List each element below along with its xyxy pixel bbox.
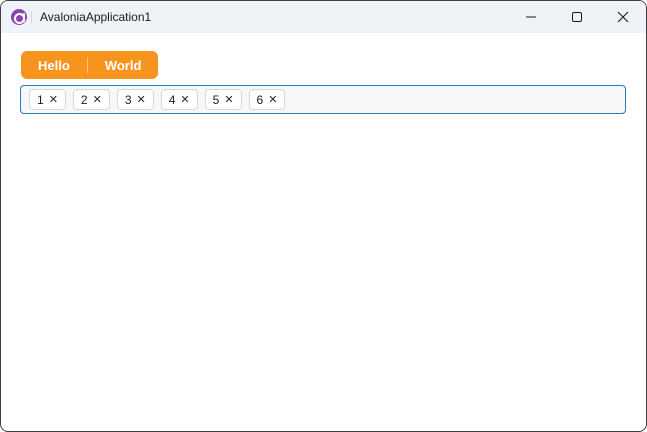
window-title: AvaloniaApplication1 — [40, 10, 152, 24]
world-button[interactable]: World — [88, 51, 159, 79]
hello-button[interactable]: Hello — [21, 51, 87, 79]
tag-chip-remove-icon[interactable]: ✕ — [49, 94, 58, 105]
tag-chip-label: 4 — [168, 92, 176, 107]
maximize-button[interactable] — [554, 1, 600, 33]
avalonia-logo-icon — [11, 9, 27, 25]
logo-stem-divider — [31, 11, 32, 23]
tags-field[interactable]: 1 ✕ 2 ✕ 3 ✕ 4 ✕ 5 ✕ 6 ✕ — [20, 85, 626, 114]
minimize-icon — [526, 16, 536, 18]
app-window: AvaloniaApplication1 Hello World 1 ✕ 2 ✕… — [0, 0, 647, 432]
titlebar[interactable]: AvaloniaApplication1 — [1, 1, 646, 33]
tag-chip-label: 6 — [256, 92, 264, 107]
tag-chip: 6 ✕ — [248, 89, 286, 110]
hello-world-split-button: Hello World — [21, 51, 159, 79]
tag-chip-remove-icon[interactable]: ✕ — [268, 94, 277, 105]
tag-chip-remove-icon[interactable]: ✕ — [224, 94, 233, 105]
tag-chip-label: 2 — [80, 92, 88, 107]
tag-chip: 5 ✕ — [204, 89, 242, 110]
tag-chip: 2 ✕ — [72, 89, 110, 110]
tag-chip: 3 ✕ — [116, 89, 154, 110]
tag-chip-label: 3 — [124, 92, 132, 107]
tag-chip: 4 ✕ — [160, 89, 198, 110]
caption-buttons — [508, 1, 646, 33]
window-content: Hello World 1 ✕ 2 ✕ 3 ✕ 4 ✕ 5 ✕ 6 ✕ — [1, 33, 646, 114]
minimize-button[interactable] — [508, 1, 554, 33]
tag-chip-remove-icon[interactable]: ✕ — [93, 94, 102, 105]
tag-chip-remove-icon[interactable]: ✕ — [137, 94, 146, 105]
tag-chip-label: 5 — [212, 92, 220, 107]
close-button[interactable] — [600, 1, 646, 33]
maximize-icon — [572, 12, 582, 22]
tag-chip: 1 ✕ — [29, 89, 66, 110]
close-icon — [617, 11, 629, 23]
tag-chip-remove-icon[interactable]: ✕ — [180, 94, 189, 105]
tag-chip-label: 1 — [37, 92, 44, 107]
